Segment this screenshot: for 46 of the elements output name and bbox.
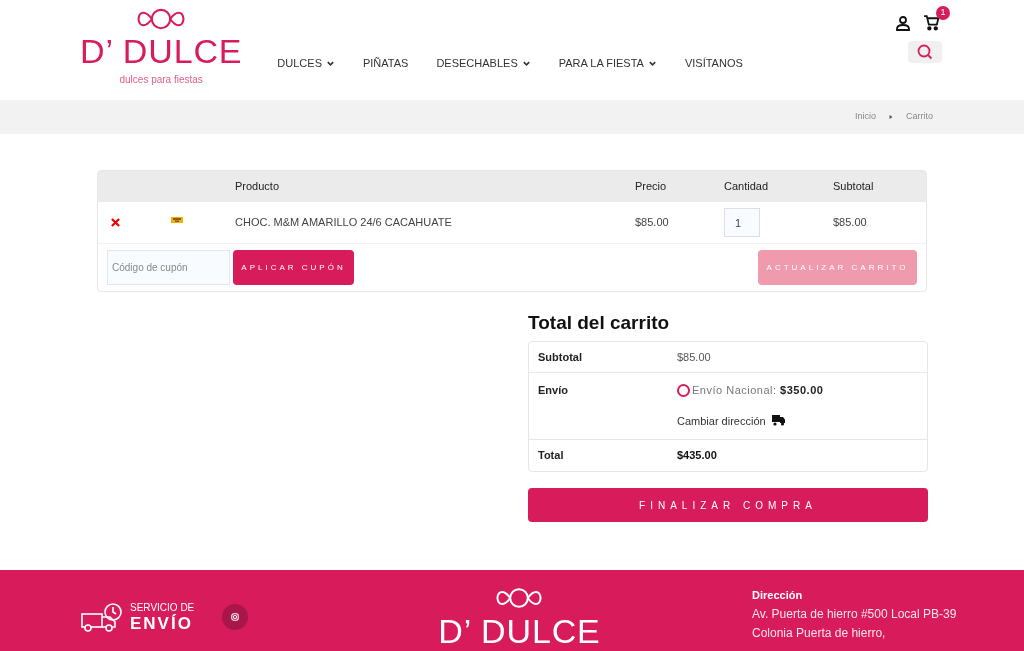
change-address-link[interactable]: Cambiar dirección <box>677 412 766 429</box>
chevron-right-icon <box>888 114 894 120</box>
service-label: SERVICIO DE <box>130 602 195 613</box>
cart-count-badge: 1 <box>936 6 950 20</box>
address-line: Colonia Puerta de hierro, <box>752 625 887 642</box>
subtotal-value: $85.00 <box>677 349 711 365</box>
service-title: ENVÍO <box>130 614 194 632</box>
footer-logo-text: D’ DULCE <box>438 612 601 650</box>
checkout-button[interactable]: FINALIZAR COMPRA <box>528 488 928 522</box>
nav-link[interactable]: PARA LA FIESTA <box>558 55 657 72</box>
shipping-option-label[interactable]: Envío Nacional: $350.00 <box>692 382 824 399</box>
nav-link[interactable]: DESECHABLES <box>436 55 531 72</box>
apply-coupon-button[interactable]: APLICAR CUPÓN <box>233 250 354 285</box>
delivery-truck-icon <box>81 602 124 632</box>
address-title: Dirección <box>752 588 804 603</box>
product-name[interactable]: CHOC. M&M AMARILLO 24/6 CACAHUATE <box>235 214 635 231</box>
candy-logo-icon <box>495 586 544 610</box>
column-header: Subtotal <box>833 179 874 195</box>
row-label: Total <box>538 448 565 464</box>
row-label: Subtotal <box>538 349 583 365</box>
column-header: Cantidad <box>724 179 770 195</box>
coupon-field[interactable]: Código de cupón <box>107 250 230 285</box>
truck-icon <box>771 415 785 427</box>
subtotal-cell-text: $85.00 <box>833 215 867 231</box>
nav-link[interactable]: VISÍTANOS <box>684 55 743 72</box>
instagram-icon <box>231 613 240 621</box>
total-value: $435.00 <box>677 448 717 464</box>
search-button[interactable] <box>908 41 942 63</box>
address-line: Av. Puerta de hierro #500 Local PB-39 <box>752 606 958 623</box>
remove-icon[interactable] <box>111 218 120 227</box>
candy-logo-icon <box>136 6 187 32</box>
column-header: Producto <box>235 179 281 195</box>
row-label: Envío <box>538 383 569 398</box>
cart-icon[interactable] <box>923 14 940 31</box>
nav-link[interactable]: PIÑATAS <box>362 55 409 72</box>
user-icon[interactable] <box>895 14 911 31</box>
logo-text[interactable]: D’ DULCE <box>80 32 243 70</box>
nav-link[interactable]: DULCES <box>277 55 335 72</box>
totals-title: Total del carrito <box>528 311 671 335</box>
shipping-radio[interactable] <box>677 383 690 397</box>
instagram-button[interactable] <box>222 604 249 630</box>
quantity-field[interactable]: 1 <box>724 208 760 237</box>
column-header: Precio <box>635 179 668 195</box>
price-cell-text: $85.00 <box>635 215 670 231</box>
logo-tagline: dulces para fiestas <box>119 73 203 87</box>
search-icon <box>917 44 933 60</box>
